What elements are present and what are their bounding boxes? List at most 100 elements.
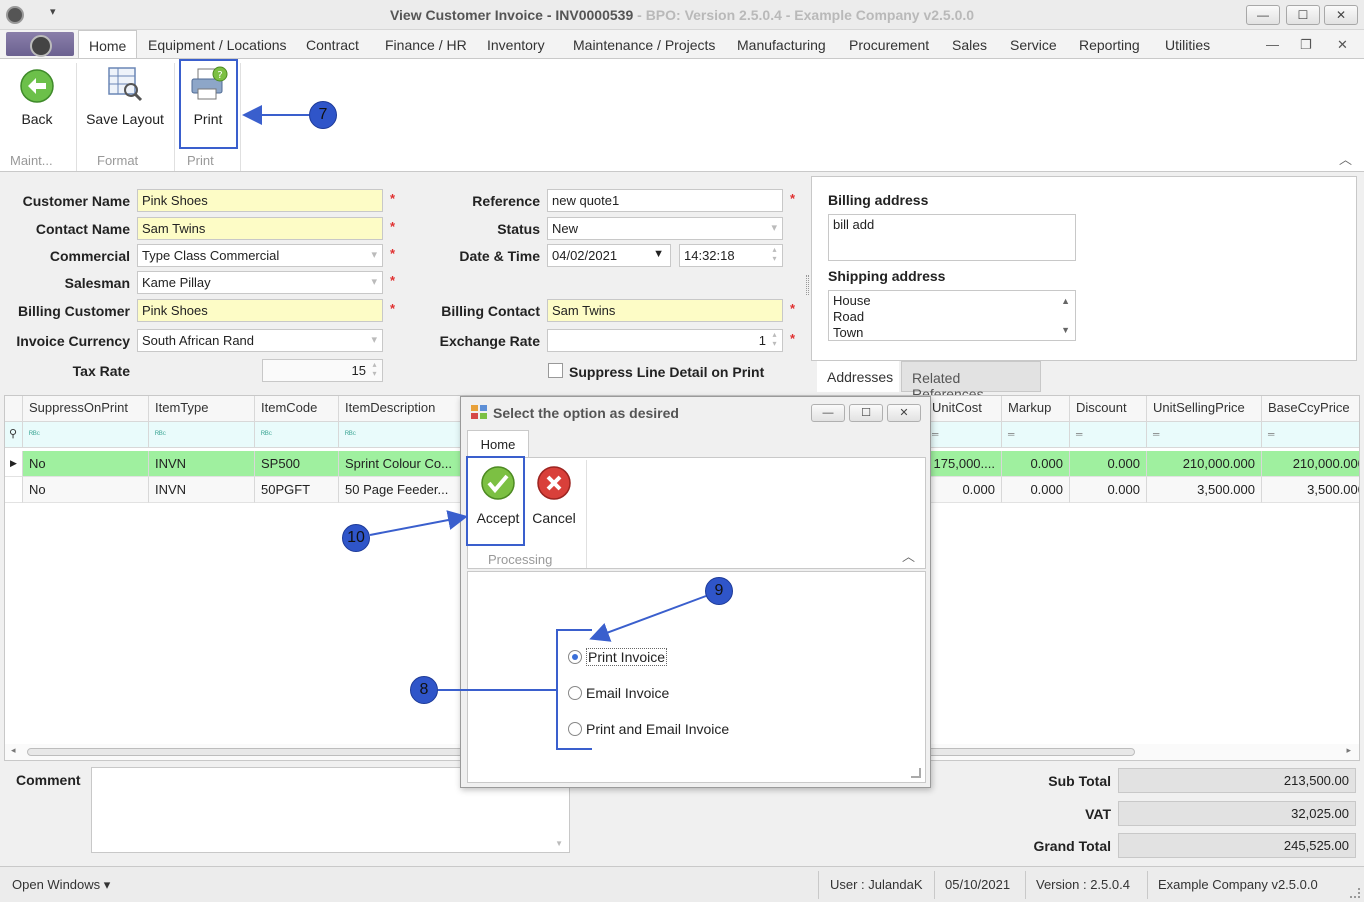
exchange-rate-field[interactable]: 1	[547, 329, 783, 352]
scroll-down-icon[interactable]: ▼	[1061, 322, 1070, 338]
window-close-button[interactable]: ✕	[1324, 5, 1358, 25]
mdi-close-icon[interactable]: ✕	[1337, 37, 1348, 53]
table-cell[interactable]: 0.000	[1002, 477, 1070, 503]
table-cell[interactable]: 3,500.000	[1147, 477, 1262, 503]
tab-home[interactable]: Home	[78, 30, 138, 59]
radio-print-and-email-invoice[interactable]: Print and Email Invoice	[568, 721, 729, 737]
tab-related-references[interactable]: Related References	[901, 361, 1041, 402]
invoice-currency-select[interactable]: South African Rand	[137, 329, 383, 352]
commercial-label: Commercial	[49, 248, 130, 264]
filter-cell-markup[interactable]: ═	[1002, 422, 1070, 448]
open-windows-menu[interactable]: Open Windows ▾	[12, 877, 110, 893]
table-cell[interactable]: INVN	[149, 451, 255, 477]
comment-scroll-icon[interactable]: ▼	[555, 839, 563, 848]
group-label-format: Format	[97, 153, 139, 168]
resize-grip-icon[interactable]	[1350, 888, 1360, 898]
scroll-up-icon[interactable]: ▲	[1061, 293, 1070, 309]
scroll-left-icon[interactable]: ◂	[11, 745, 16, 756]
tab-manufacturing[interactable]: Manufacturing	[737, 37, 826, 53]
billing-contact-field[interactable]: Sam Twins	[547, 299, 783, 322]
back-button[interactable]: Back	[6, 59, 68, 151]
table-cell[interactable]: 210,000.000	[1262, 451, 1359, 477]
tab-utilities[interactable]: Utilities	[1165, 37, 1210, 53]
scroll-right-icon[interactable]: ▸	[1346, 745, 1351, 756]
window-minimize-button[interactable]: —	[1246, 5, 1280, 25]
row-indicator[interactable]	[5, 477, 23, 503]
tab-addresses[interactable]: Addresses	[817, 361, 899, 392]
dialog-tab-home[interactable]: Home	[467, 430, 529, 457]
filter-cell-suppressonprint[interactable]: ᴿᴮᶜ	[23, 422, 149, 448]
dialog-close-button[interactable]: ✕	[887, 404, 921, 422]
reference-field[interactable]: new quote1	[547, 189, 783, 212]
table-cell[interactable]: No	[23, 477, 149, 503]
dialog-maximize-button[interactable]: ☐	[849, 404, 883, 422]
column-header-markup[interactable]: Markup	[1002, 396, 1070, 422]
column-header-baseccyprice[interactable]: BaseCcyPrice	[1262, 396, 1359, 422]
tab-service[interactable]: Service	[1010, 37, 1057, 53]
column-header-unitcost[interactable]: UnitCost	[926, 396, 1002, 422]
tab-reporting[interactable]: Reporting	[1079, 37, 1140, 53]
date-dropdown-icon[interactable]: ▼	[653, 248, 664, 260]
tab-contract[interactable]: Contract	[306, 37, 359, 53]
filter-pin-icon[interactable]: ⚲	[5, 422, 23, 448]
row-indicator-icon[interactable]: ▶	[5, 451, 23, 477]
column-header-itemcode[interactable]: ItemCode	[255, 396, 339, 422]
save-layout-button[interactable]: Save Layout	[82, 59, 168, 151]
table-cell[interactable]: 0.000	[1002, 451, 1070, 477]
filter-cell-discount[interactable]: ═	[1070, 422, 1147, 448]
billing-address-field[interactable]: bill add	[828, 214, 1076, 261]
table-cell[interactable]: 50 Page Feeder...	[339, 477, 461, 503]
table-cell[interactable]: No	[23, 451, 149, 477]
column-header-unitsellingprice[interactable]: UnitSellingPrice	[1147, 396, 1262, 422]
tab-procurement[interactable]: Procurement	[849, 37, 929, 53]
cancel-button[interactable]: Cancel	[528, 458, 580, 546]
window-maximize-button[interactable]: ☐	[1286, 5, 1320, 25]
commercial-select[interactable]: Type Class Commercial	[137, 244, 383, 267]
column-header-itemdescription[interactable]: ItemDescription	[339, 396, 461, 422]
mdi-restore-icon[interactable]: ❐	[1300, 37, 1312, 53]
billing-customer-field[interactable]: Pink Shoes	[137, 299, 383, 322]
annotation-bracket-options	[556, 629, 592, 750]
table-cell[interactable]: INVN	[149, 477, 255, 503]
column-header-suppressonprint[interactable]: SuppressOnPrint	[23, 396, 149, 422]
ribbon-collapse-icon[interactable]: ︿	[1339, 149, 1352, 168]
table-cell[interactable]: Sprint Colour Co...	[339, 451, 461, 477]
table-cell[interactable]: SP500	[255, 451, 339, 477]
date-field[interactable]: 04/02/2021 ▼	[547, 244, 671, 267]
status-select[interactable]: New	[547, 217, 783, 240]
dialog-minimize-button[interactable]: —	[811, 404, 845, 422]
dialog-ribbon-collapse-icon[interactable]: ︿	[902, 546, 915, 565]
column-header-itemtype[interactable]: ItemType	[149, 396, 255, 422]
tab-equipment-locations[interactable]: Equipment / Locations	[148, 37, 287, 53]
table-cell[interactable]: 50PGFT	[255, 477, 339, 503]
table-cell[interactable]: 175,000....	[926, 451, 1002, 477]
filter-cell-unitsellingprice[interactable]: ═	[1147, 422, 1262, 448]
filter-cell-itemtype[interactable]: ᴿᴮᶜ	[149, 422, 255, 448]
filter-cell-itemcode[interactable]: ᴿᴮᶜ	[255, 422, 339, 448]
filter-cell-unitcost[interactable]: ═	[926, 422, 1002, 448]
splitter-handle[interactable]	[806, 275, 809, 295]
table-cell[interactable]: 0.000	[1070, 451, 1147, 477]
filter-cell-itemdescription[interactable]: ᴿᴮᶜ	[339, 422, 461, 448]
tax-rate-field[interactable]: 15	[262, 359, 383, 382]
table-cell[interactable]: 0.000	[1070, 477, 1147, 503]
table-cell[interactable]: 0.000	[926, 477, 1002, 503]
group-separator	[174, 63, 175, 171]
time-field[interactable]: 14:32:18	[679, 244, 783, 267]
tab-finance-hr[interactable]: Finance / HR	[385, 37, 467, 53]
table-cell[interactable]: 210,000.000	[1147, 451, 1262, 477]
filter-cell-baseccyprice[interactable]: ═	[1262, 422, 1359, 448]
contact-name-field[interactable]: Sam Twins	[137, 217, 383, 240]
salesman-select[interactable]: Kame Pillay	[137, 271, 383, 294]
shipping-address-field[interactable]: House Road Town ▲ ▼	[828, 290, 1076, 341]
tab-inventory[interactable]: Inventory	[487, 37, 545, 53]
mdi-minimize-icon[interactable]: —	[1266, 37, 1279, 52]
application-menu-button[interactable]	[6, 32, 74, 57]
table-cell[interactable]: 3,500.000	[1262, 477, 1359, 503]
column-header-discount[interactable]: Discount	[1070, 396, 1147, 422]
dialog-resize-grip-icon[interactable]	[911, 768, 921, 778]
suppress-line-detail-checkbox[interactable]	[548, 363, 563, 378]
tab-maintenance-projects[interactable]: Maintenance / Projects	[573, 37, 715, 53]
customer-name-field[interactable]: Pink Shoes	[137, 189, 383, 212]
tab-sales[interactable]: Sales	[952, 37, 987, 53]
